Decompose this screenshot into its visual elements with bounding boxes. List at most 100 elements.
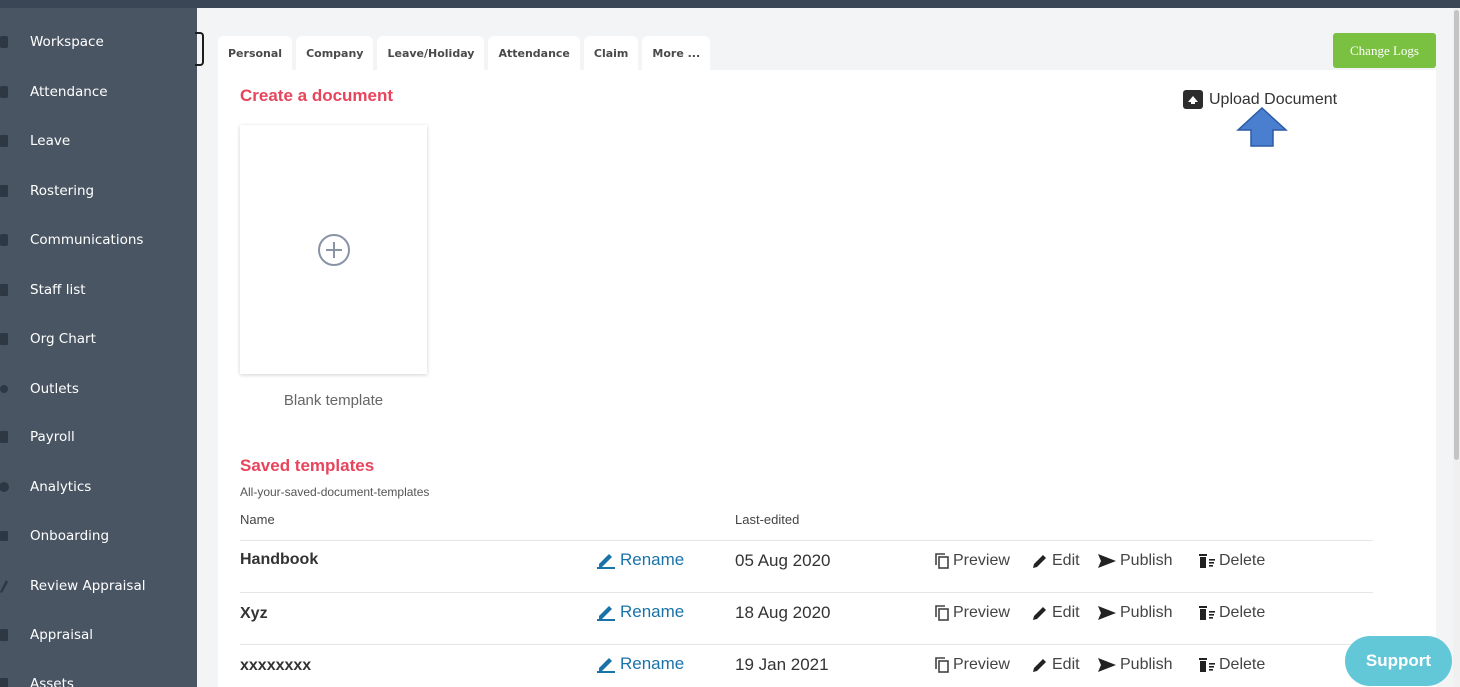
rename-label: Rename	[620, 550, 685, 569]
sidebar-item-label: Appraisal	[30, 627, 94, 643]
delete-label: Delete	[1219, 604, 1266, 621]
template-name: Handbook	[240, 551, 319, 568]
top-bar	[0, 0, 1460, 8]
outlets-icon	[0, 381, 30, 397]
onboarding-icon	[0, 528, 30, 544]
create-document-title: Create a document	[240, 86, 394, 105]
last-edited-date: 05 Aug 2020	[735, 551, 831, 570]
send-icon	[1098, 554, 1116, 568]
rename-label: Rename	[620, 654, 685, 673]
sidebar-item-label: Workspace	[30, 34, 104, 50]
sidebar-item-label: Onboarding	[30, 528, 110, 544]
template-name: Xyz	[240, 605, 268, 622]
edit-label: Edit	[1052, 656, 1080, 673]
sidebar-item-rostering[interactable]: Rostering	[0, 171, 197, 211]
edit-button[interactable]: Edit	[1031, 656, 1080, 674]
blank-template-label: Blank template	[283, 392, 384, 409]
rename-button[interactable]: Rename	[596, 550, 684, 570]
preview-button[interactable]: Preview	[934, 656, 1010, 674]
blank-template-card[interactable]	[240, 125, 427, 374]
preview-button[interactable]: Preview	[934, 552, 1010, 570]
edit-button[interactable]: Edit	[1031, 604, 1080, 622]
edit-button[interactable]: Edit	[1031, 552, 1080, 570]
pencil-icon	[597, 554, 615, 569]
tab-more[interactable]: More ...	[642, 36, 711, 70]
saved-templates-title: Saved templates	[240, 456, 375, 475]
support-button[interactable]: Support	[1345, 636, 1452, 686]
row-divider	[240, 540, 1373, 541]
sidebar-item-label: Analytics	[30, 479, 92, 495]
rename-label: Rename	[620, 602, 685, 621]
publish-button[interactable]: Publish	[1097, 604, 1172, 622]
publish-label: Publish	[1120, 552, 1173, 569]
publish-label: Publish	[1120, 604, 1173, 621]
send-icon	[1098, 658, 1116, 672]
tab-bar: Personal Company Leave/Holiday Attendanc…	[218, 36, 711, 70]
add-circle-icon	[317, 233, 350, 266]
sidebar-item-label: Assets	[30, 676, 74, 687]
row-divider	[240, 644, 1373, 645]
trash-icon	[1199, 658, 1215, 672]
pencil-icon	[1033, 659, 1046, 672]
sidebar-item-review-appraisal[interactable]: Review Appraisal	[0, 566, 197, 606]
rename-button[interactable]: Rename	[596, 602, 684, 622]
publish-button[interactable]: Publish	[1097, 656, 1172, 674]
sidebar-item-label: Review Appraisal	[30, 578, 146, 594]
appraisal-icon	[0, 627, 30, 643]
sidebar-item-assets[interactable]: Assets	[0, 664, 197, 687]
change-logs-button[interactable]: Change Logs	[1333, 33, 1436, 68]
staff-list-icon	[0, 282, 30, 298]
payroll-icon	[0, 429, 30, 445]
sidebar-item-communications[interactable]: Communications	[0, 220, 197, 260]
preview-label: Preview	[953, 552, 1010, 569]
preview-button[interactable]: Preview	[934, 604, 1010, 622]
org-chart-icon	[0, 331, 30, 347]
pencil-icon	[597, 658, 615, 673]
sidebar-item-leave[interactable]: Leave	[0, 121, 197, 161]
sidebar-item-label: Communications	[30, 232, 144, 248]
copy-icon	[935, 605, 949, 621]
copy-icon	[935, 553, 949, 569]
delete-button[interactable]: Delete	[1198, 552, 1265, 570]
rename-button[interactable]: Rename	[596, 654, 684, 674]
copy-icon	[935, 657, 949, 673]
tab-leave-holiday[interactable]: Leave/Holiday	[377, 36, 485, 70]
delete-button[interactable]: Delete	[1198, 656, 1265, 674]
leave-icon	[0, 133, 30, 149]
tab-claim[interactable]: Claim	[583, 36, 639, 70]
upload-icon	[1183, 90, 1203, 109]
tab-attendance[interactable]: Attendance	[488, 36, 580, 70]
tab-scroll-left[interactable]	[195, 32, 204, 66]
row-divider	[240, 592, 1373, 593]
trash-icon	[1199, 606, 1215, 620]
assets-icon	[0, 676, 30, 687]
sidebar-item-analytics[interactable]: Analytics	[0, 467, 197, 507]
saved-templates-subtitle: All-your-saved-document-templates	[240, 485, 430, 499]
tab-company[interactable]: Company	[296, 36, 374, 70]
preview-label: Preview	[953, 604, 1010, 621]
sidebar-item-payroll[interactable]: Payroll	[0, 417, 197, 457]
publish-button[interactable]: Publish	[1097, 552, 1172, 570]
sidebar-item-workspace[interactable]: Workspace	[0, 22, 197, 62]
sidebar-item-org-chart[interactable]: Org Chart	[0, 319, 197, 359]
column-header-name: Name	[240, 512, 275, 527]
sidebar-item-outlets[interactable]: Outlets	[0, 369, 197, 409]
last-edited-date: 19 Jan 2021	[735, 655, 829, 674]
analytics-icon	[0, 479, 30, 495]
sidebar-item-appraisal[interactable]: Appraisal	[0, 615, 197, 655]
up-arrow-annotation-icon	[1236, 106, 1288, 147]
pencil-icon	[1033, 607, 1046, 620]
sidebar-item-label: Org Chart	[30, 331, 96, 347]
publish-label: Publish	[1120, 656, 1173, 673]
sidebar-item-label: Rostering	[30, 183, 95, 199]
send-icon	[1098, 606, 1116, 620]
sidebar-item-label: Staff list	[30, 282, 86, 298]
sidebar-item-staff-list[interactable]: Staff list	[0, 270, 197, 310]
scrollbar-thumb[interactable]	[1454, 10, 1459, 460]
sidebar-item-attendance[interactable]: Attendance	[0, 72, 197, 112]
communications-icon	[0, 232, 30, 248]
tab-personal[interactable]: Personal	[218, 36, 293, 70]
delete-button[interactable]: Delete	[1198, 604, 1265, 622]
sidebar-item-label: Leave	[30, 133, 71, 149]
sidebar-item-onboarding[interactable]: Onboarding	[0, 516, 197, 556]
